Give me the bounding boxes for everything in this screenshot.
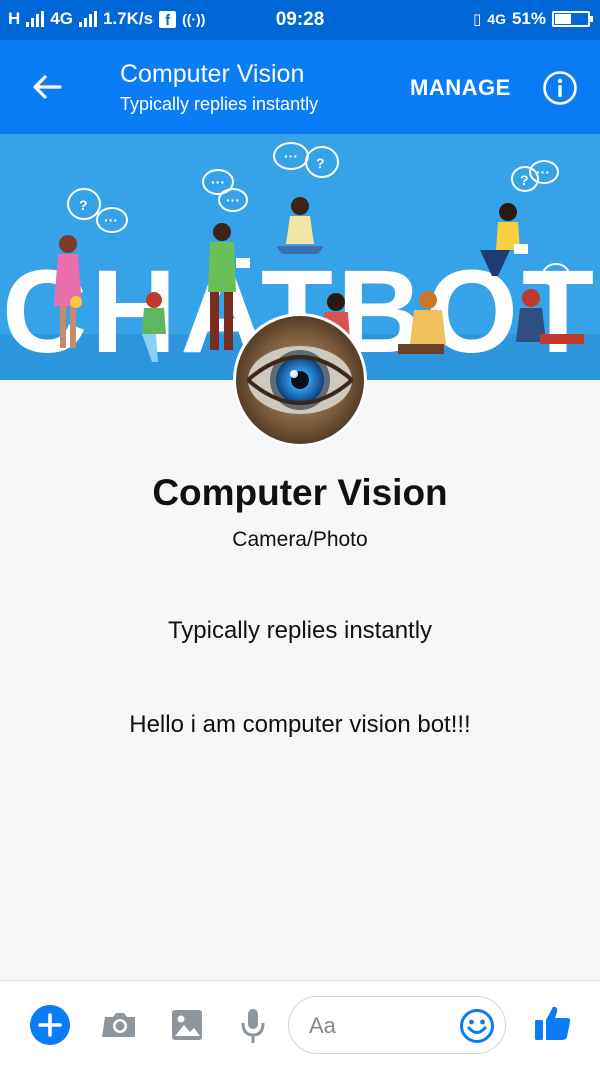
manage-button[interactable]: MANAGE — [410, 75, 511, 101]
svg-text:?: ? — [316, 155, 325, 171]
message-input[interactable] — [307, 1011, 451, 1041]
svg-text:···: ··· — [104, 212, 118, 228]
svg-text:···: ··· — [211, 174, 225, 190]
status-right: ▯ 4G 51% — [473, 9, 593, 29]
battery-percent: 51% — [511, 9, 546, 28]
response-time: Typically replies instantly — [167, 617, 433, 644]
vibrate-icon: ▯ — [473, 11, 482, 28]
thumbs-up-icon[interactable] — [533, 1003, 573, 1043]
microphone-icon[interactable] — [240, 1007, 266, 1045]
network-type-volte: 4G — [487, 11, 506, 27]
header-subtitle: Typically replies instantly — [120, 94, 319, 114]
svg-text:···: ··· — [284, 148, 298, 164]
svg-text:?: ? — [520, 172, 529, 188]
emoji-icon[interactable] — [459, 1008, 495, 1044]
profile-avatar[interactable] — [233, 313, 367, 447]
eye-avatar-image — [236, 316, 364, 444]
back-arrow-icon[interactable] — [30, 70, 64, 104]
svg-text:···: ··· — [536, 164, 550, 180]
greeting-message: Hello i am computer vision bot!!! — [129, 711, 471, 738]
bot-name: Computer Vision — [152, 472, 448, 513]
svg-text:···: ··· — [226, 192, 240, 208]
svg-text:···: ··· — [548, 267, 562, 283]
info-icon[interactable] — [542, 70, 578, 106]
app-header: Computer Vision Typically replies instan… — [0, 40, 600, 134]
bot-category: Camera/Photo — [232, 528, 368, 551]
svg-text:?: ? — [79, 197, 88, 213]
message-composer — [0, 980, 600, 1068]
camera-icon[interactable] — [102, 1009, 138, 1041]
image-icon[interactable] — [170, 1008, 204, 1042]
plus-icon[interactable] — [30, 1005, 70, 1045]
message-input-box[interactable] — [288, 996, 506, 1054]
header-title: Computer Vision — [120, 60, 305, 88]
status-bar: H 4G 1.7K/s f ((·)) 09:28 ▯ 4G 51% — [0, 0, 600, 40]
battery-icon — [552, 11, 593, 27]
